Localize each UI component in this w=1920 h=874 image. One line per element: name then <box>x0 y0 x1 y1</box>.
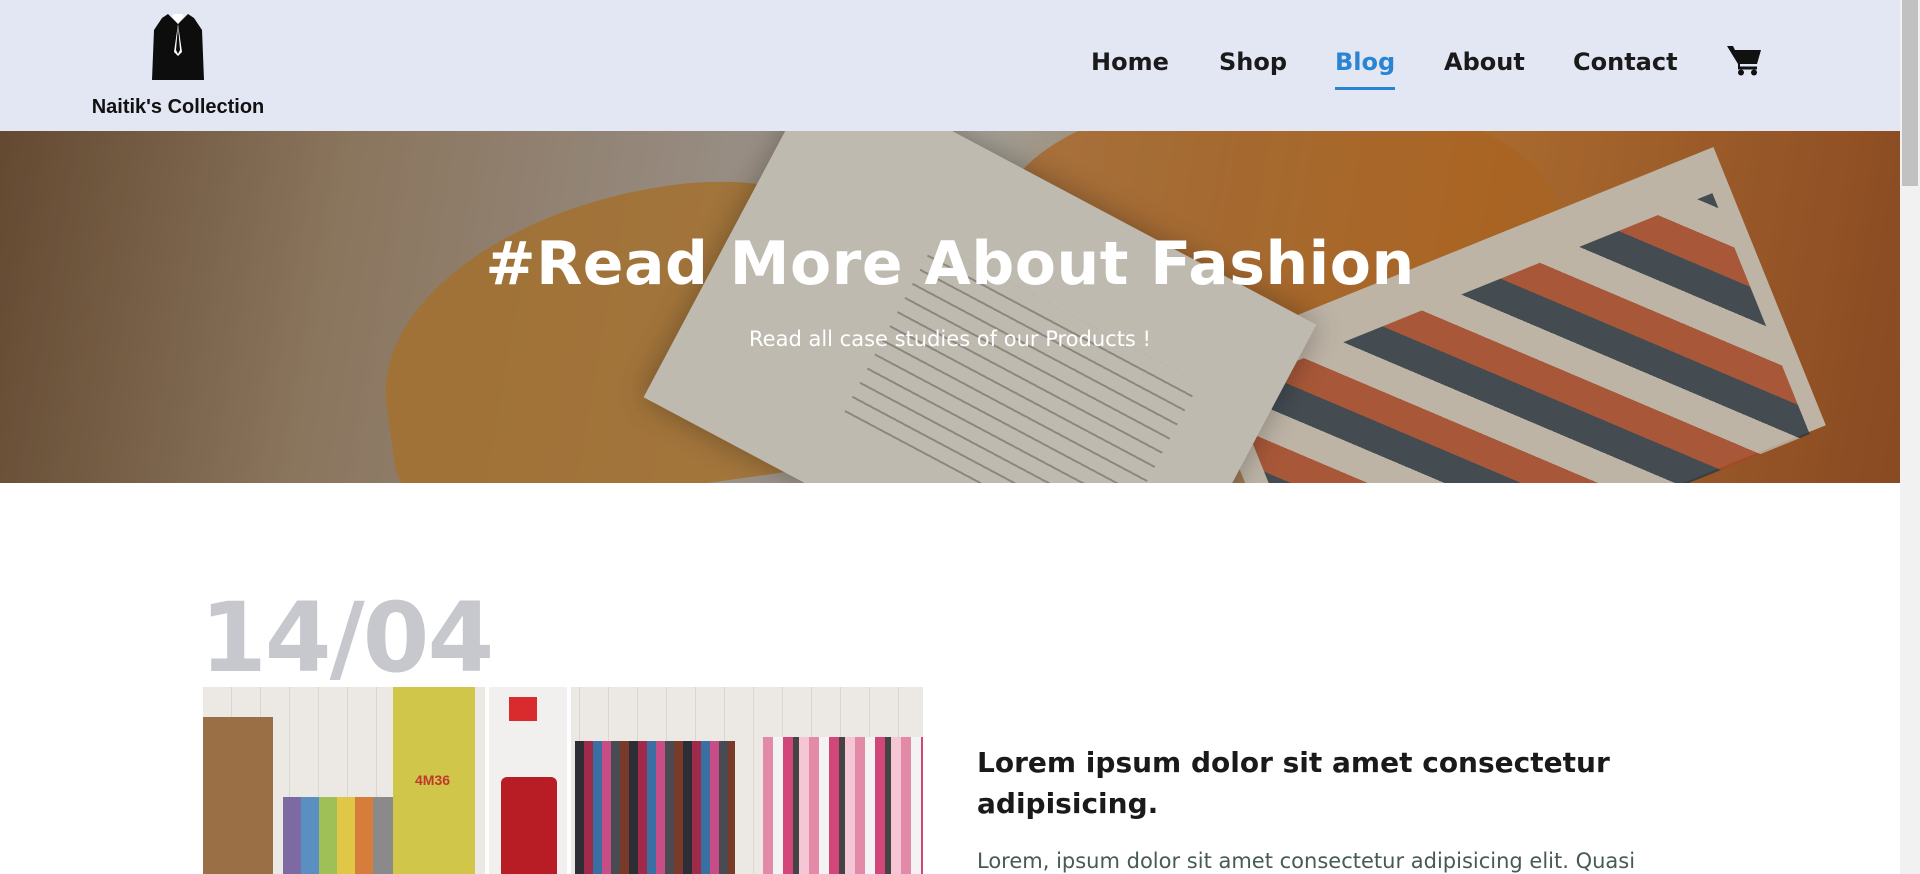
blog-post-date: 14/04 <box>200 582 494 694</box>
suit-jacket-icon <box>152 14 204 80</box>
image-red-jacket <box>501 777 557 874</box>
nav-home[interactable]: Home <box>1091 48 1169 76</box>
logo[interactable]: Naitik's Collection <box>86 12 270 118</box>
image-red-box <box>509 697 537 721</box>
logo-text: Naitik's Collection <box>91 96 265 118</box>
image-poster-text: 4M36 <box>415 772 451 788</box>
nav-blog[interactable]: Blog <box>1335 48 1396 90</box>
site-header: Naitik's Collection Home Shop Blog About… <box>0 0 1900 131</box>
shopping-cart-icon[interactable] <box>1727 44 1763 76</box>
blog-post-excerpt: Lorem, ipsum dolor sit amet consectetur … <box>977 849 1636 873</box>
blog-post-title: Lorem ipsum dolor sit amet consectetur a… <box>977 746 1610 820</box>
image-clothes-rack <box>575 741 735 874</box>
nav-contact[interactable]: Contact <box>1573 48 1678 76</box>
image-clothes-rack <box>763 737 923 874</box>
image-clothes-rack <box>283 797 393 874</box>
blog-post-details: Lorem ipsum dolor sit amet consectetur a… <box>977 742 1677 874</box>
nav-about[interactable]: About <box>1444 48 1525 76</box>
image-shelf <box>203 717 273 874</box>
hero-subtitle: Read all case studies of our Products ! <box>749 327 1151 351</box>
nav-shop[interactable]: Shop <box>1219 48 1287 76</box>
blog-post-image[interactable]: 4M36 <box>203 687 923 874</box>
page-scrollbar-thumb[interactable] <box>1902 0 1918 186</box>
page-hero: #Read More About Fashion Read all case s… <box>0 131 1900 483</box>
hero-overlay <box>0 131 1900 483</box>
hero-title: #Read More About Fashion <box>485 229 1415 299</box>
